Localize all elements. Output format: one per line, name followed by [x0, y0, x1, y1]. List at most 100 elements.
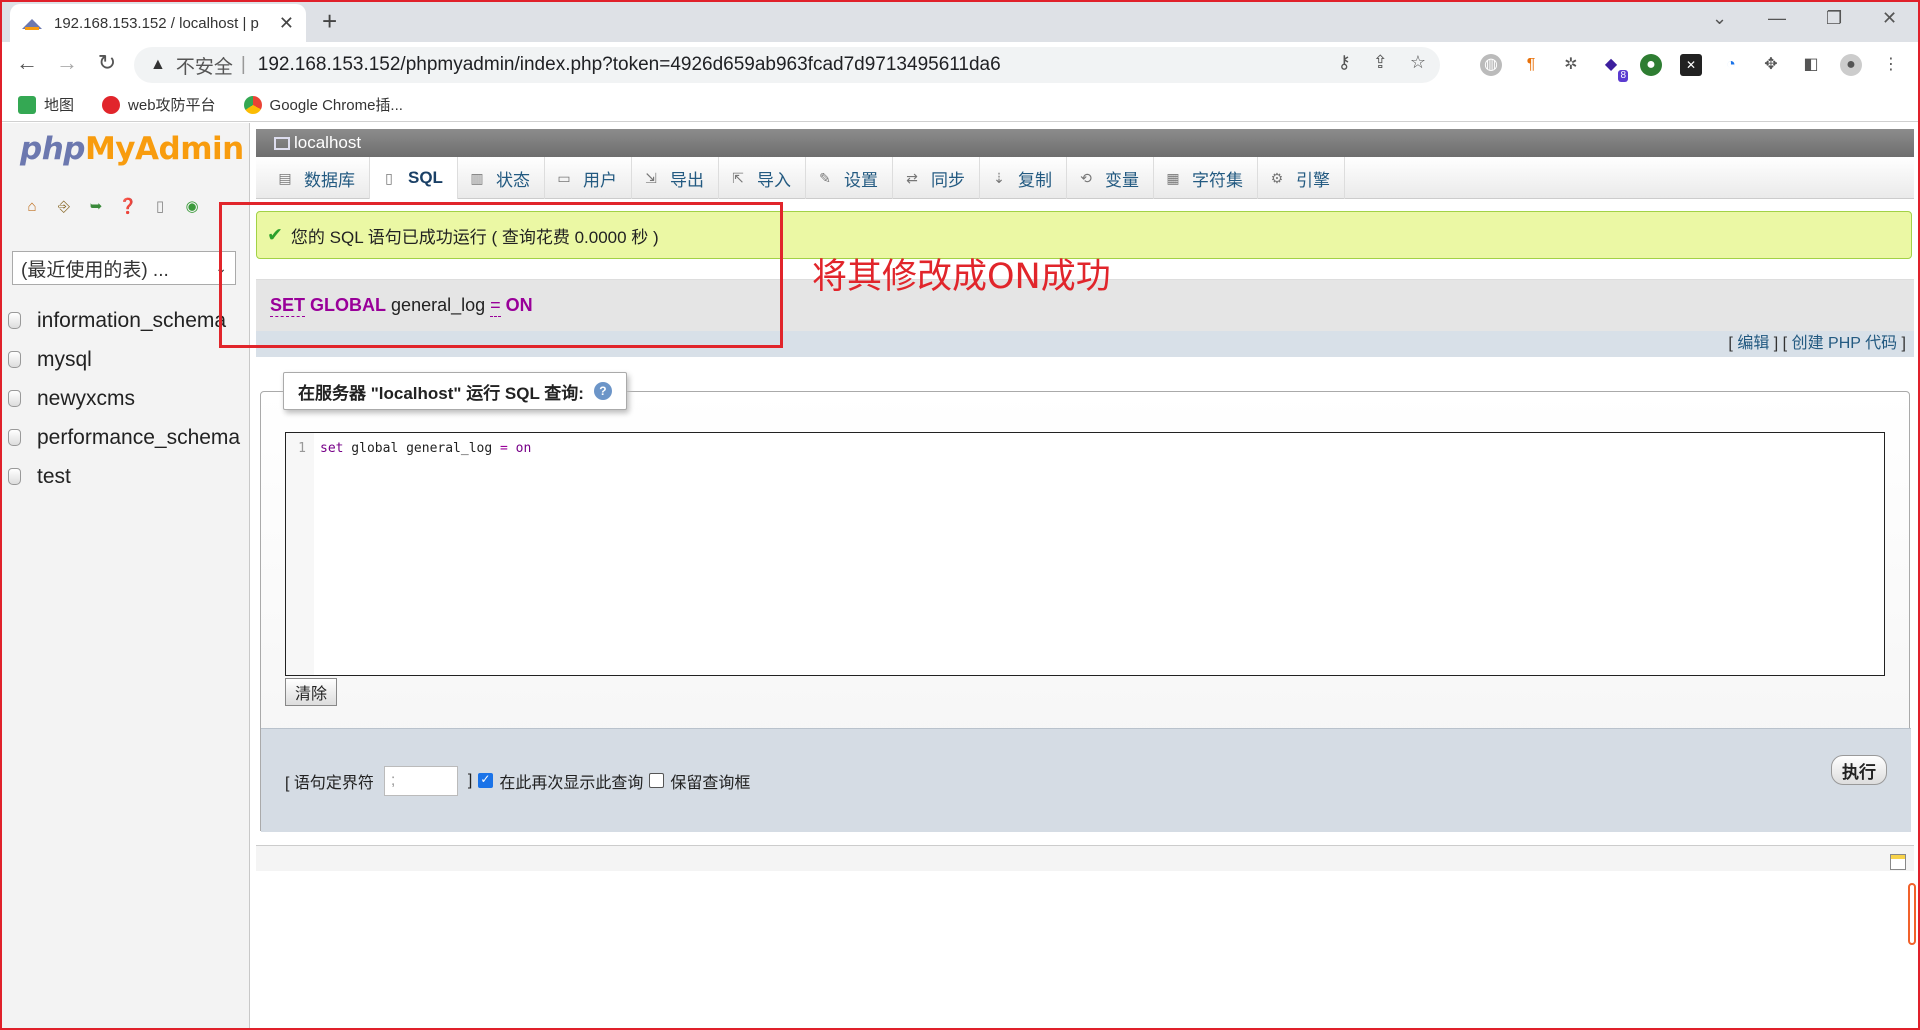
recent-tables-select[interactable]: (最近使用的表) ... ⌄: [12, 251, 236, 285]
restore-icon[interactable]: ❐: [1826, 8, 1842, 29]
delimiter-label-close: ]: [467, 771, 473, 789]
tab-label: 状态: [495, 170, 530, 190]
tab-status[interactable]: ▥ 状态: [458, 157, 545, 199]
execute-button[interactable]: 执行: [1831, 755, 1887, 785]
url-text[interactable]: 192.168.153.152/phpmyadmin/index.php?tok…: [258, 54, 1001, 76]
warning-icon: ▲: [150, 56, 166, 73]
new-tab-icon[interactable]: +: [322, 6, 337, 37]
tab-engines[interactable]: ⚙ 引擎: [1258, 157, 1345, 199]
database-item[interactable]: test: [8, 457, 240, 496]
forward-icon[interactable]: →: [52, 50, 82, 76]
scrollbar-handle[interactable]: [1908, 883, 1916, 945]
database-item[interactable]: information_schema: [8, 301, 240, 340]
share-icon[interactable]: ⇪: [1373, 52, 1388, 73]
extension-badge: 8: [1618, 70, 1628, 82]
back-icon[interactable]: ←: [12, 50, 42, 76]
phpmyadmin-logo[interactable]: phpMyAdmin: [20, 131, 244, 167]
browser-tab[interactable]: 192.168.153.152 / localhost | p ✕: [10, 4, 306, 42]
database-icon: [8, 312, 21, 329]
globe-extension-icon[interactable]: ◍: [1480, 54, 1502, 76]
sql-editor[interactable]: 1 set global general_log = on: [285, 432, 1885, 676]
tab-databases[interactable]: ▤ 数据库: [266, 157, 370, 199]
tab-sql[interactable]: ▯ SQL: [370, 157, 458, 199]
chrome-icon: [243, 95, 262, 114]
extensions-puzzle-icon[interactable]: ✥: [1760, 54, 1782, 76]
home-icon[interactable]: ⌂: [22, 197, 42, 217]
engines-icon: ⚙: [1270, 170, 1284, 186]
tab-settings[interactable]: ✎ 设置: [806, 157, 893, 199]
recent-tables-value: (最近使用的表) ...: [21, 259, 169, 281]
sql-icon: ▯: [385, 170, 393, 186]
help-icon[interactable]: ?: [593, 382, 612, 400]
retain-box-label[interactable]: 保留查询框: [670, 769, 750, 793]
bookmark-maps[interactable]: 地图: [18, 94, 74, 115]
database-name[interactable]: test: [37, 465, 71, 489]
side-panel-icon[interactable]: ◧: [1800, 54, 1822, 76]
x-extension-icon[interactable]: ✕: [1680, 54, 1702, 76]
database-list: information_schema mysql newyxcms perfor…: [8, 301, 240, 496]
console-icon[interactable]: [1890, 854, 1906, 870]
tab-charset[interactable]: ▦ 字符集: [1154, 157, 1258, 199]
database-icon: [8, 351, 21, 368]
green-extension-icon[interactable]: ●: [1640, 54, 1662, 76]
retain-box-checkbox[interactable]: [649, 773, 665, 788]
tab-export[interactable]: ⇲ 导出: [632, 157, 719, 199]
database-item[interactable]: mysql: [8, 340, 240, 379]
tab-label: 设置: [843, 170, 878, 190]
reload-icon[interactable]: ↻: [92, 50, 122, 76]
key-icon[interactable]: ⚷: [1338, 52, 1351, 73]
tab-users[interactable]: ▭ 用户: [545, 157, 632, 199]
documentation-icon[interactable]: ▯: [150, 197, 170, 217]
tab-label: 导入: [756, 170, 791, 190]
delimiter-input[interactable]: ;: [383, 765, 458, 796]
clear-button[interactable]: 清除: [285, 678, 337, 706]
database-icon: [8, 468, 21, 485]
tab-label: 用户: [582, 170, 617, 190]
show-again-checkbox[interactable]: [478, 772, 494, 788]
docs-help-icon[interactable]: ❓: [118, 197, 138, 217]
query-window-icon[interactable]: ➥: [86, 197, 106, 217]
database-name[interactable]: mysql: [37, 348, 92, 372]
tab-sync[interactable]: ⇄ 同步: [893, 157, 980, 199]
compass-extension-icon[interactable]: ◔: [1720, 54, 1742, 76]
logo-php: php: [20, 131, 85, 167]
server-link[interactable]: localhost: [294, 133, 361, 153]
create-php-link[interactable]: 创建 PHP 代码: [1792, 335, 1898, 352]
address-bar[interactable]: ▲ 不安全 | 192.168.153.152/phpmyadmin/index…: [134, 47, 1440, 83]
database-item[interactable]: performance_schema: [8, 418, 240, 457]
settings-icon: ✎: [819, 170, 831, 186]
database-icon: [8, 429, 21, 446]
database-icon: [8, 390, 21, 407]
bookmark-web-platform[interactable]: web攻防平台: [102, 94, 216, 115]
hat-extension-icon[interactable]: ◆ 8: [1600, 54, 1628, 82]
database-name[interactable]: newyxcms: [37, 387, 135, 411]
reload-nav-icon[interactable]: ◉: [182, 197, 202, 217]
sync-icon: ⇄: [906, 170, 918, 186]
pilcrow-extension-icon[interactable]: ¶: [1520, 54, 1542, 76]
logout-icon[interactable]: ⎆: [54, 197, 74, 217]
database-name[interactable]: performance_schema: [37, 426, 240, 450]
tab-close-icon[interactable]: ✕: [279, 13, 294, 34]
query-options: [ 语句定界符 ; ] 在此再次显示此查询 保留查询框 执行: [261, 728, 1911, 832]
database-item[interactable]: newyxcms: [8, 379, 240, 418]
tab-strip: 192.168.153.152 / localhost | p ✕ + ⌄ — …: [0, 0, 1920, 42]
profile-avatar-icon[interactable]: ●: [1840, 54, 1862, 76]
edit-link[interactable]: 编辑: [1737, 335, 1769, 352]
menu-kebab-icon[interactable]: ⋮: [1880, 54, 1902, 76]
code-keyword-on: on: [507, 441, 532, 456]
wheel-extension-icon[interactable]: ✲: [1560, 54, 1582, 76]
tab-search-icon[interactable]: ⌄: [1712, 8, 1727, 29]
annotation-box: [219, 202, 783, 348]
tab-variables[interactable]: ⟲ 变量: [1067, 157, 1154, 199]
tab-import[interactable]: ⇱ 导入: [719, 157, 806, 199]
variables-icon: ⟲: [1080, 170, 1092, 186]
bookmark-star-icon[interactable]: ☆: [1410, 52, 1426, 73]
tab-replication[interactable]: ⇣ 复制: [980, 157, 1067, 199]
quick-links: ⌂ ⎆ ➥ ❓ ▯ ◉: [22, 197, 202, 217]
bookmark-chrome-plugins[interactable]: Google Chrome插...: [243, 94, 403, 115]
close-window-icon[interactable]: ✕: [1882, 8, 1897, 29]
show-again-label[interactable]: 在此再次显示此查询: [499, 769, 643, 793]
minimize-icon[interactable]: —: [1768, 8, 1786, 29]
database-name[interactable]: information_schema: [37, 309, 226, 333]
sql-code[interactable]: set global general_log = on: [320, 441, 531, 456]
